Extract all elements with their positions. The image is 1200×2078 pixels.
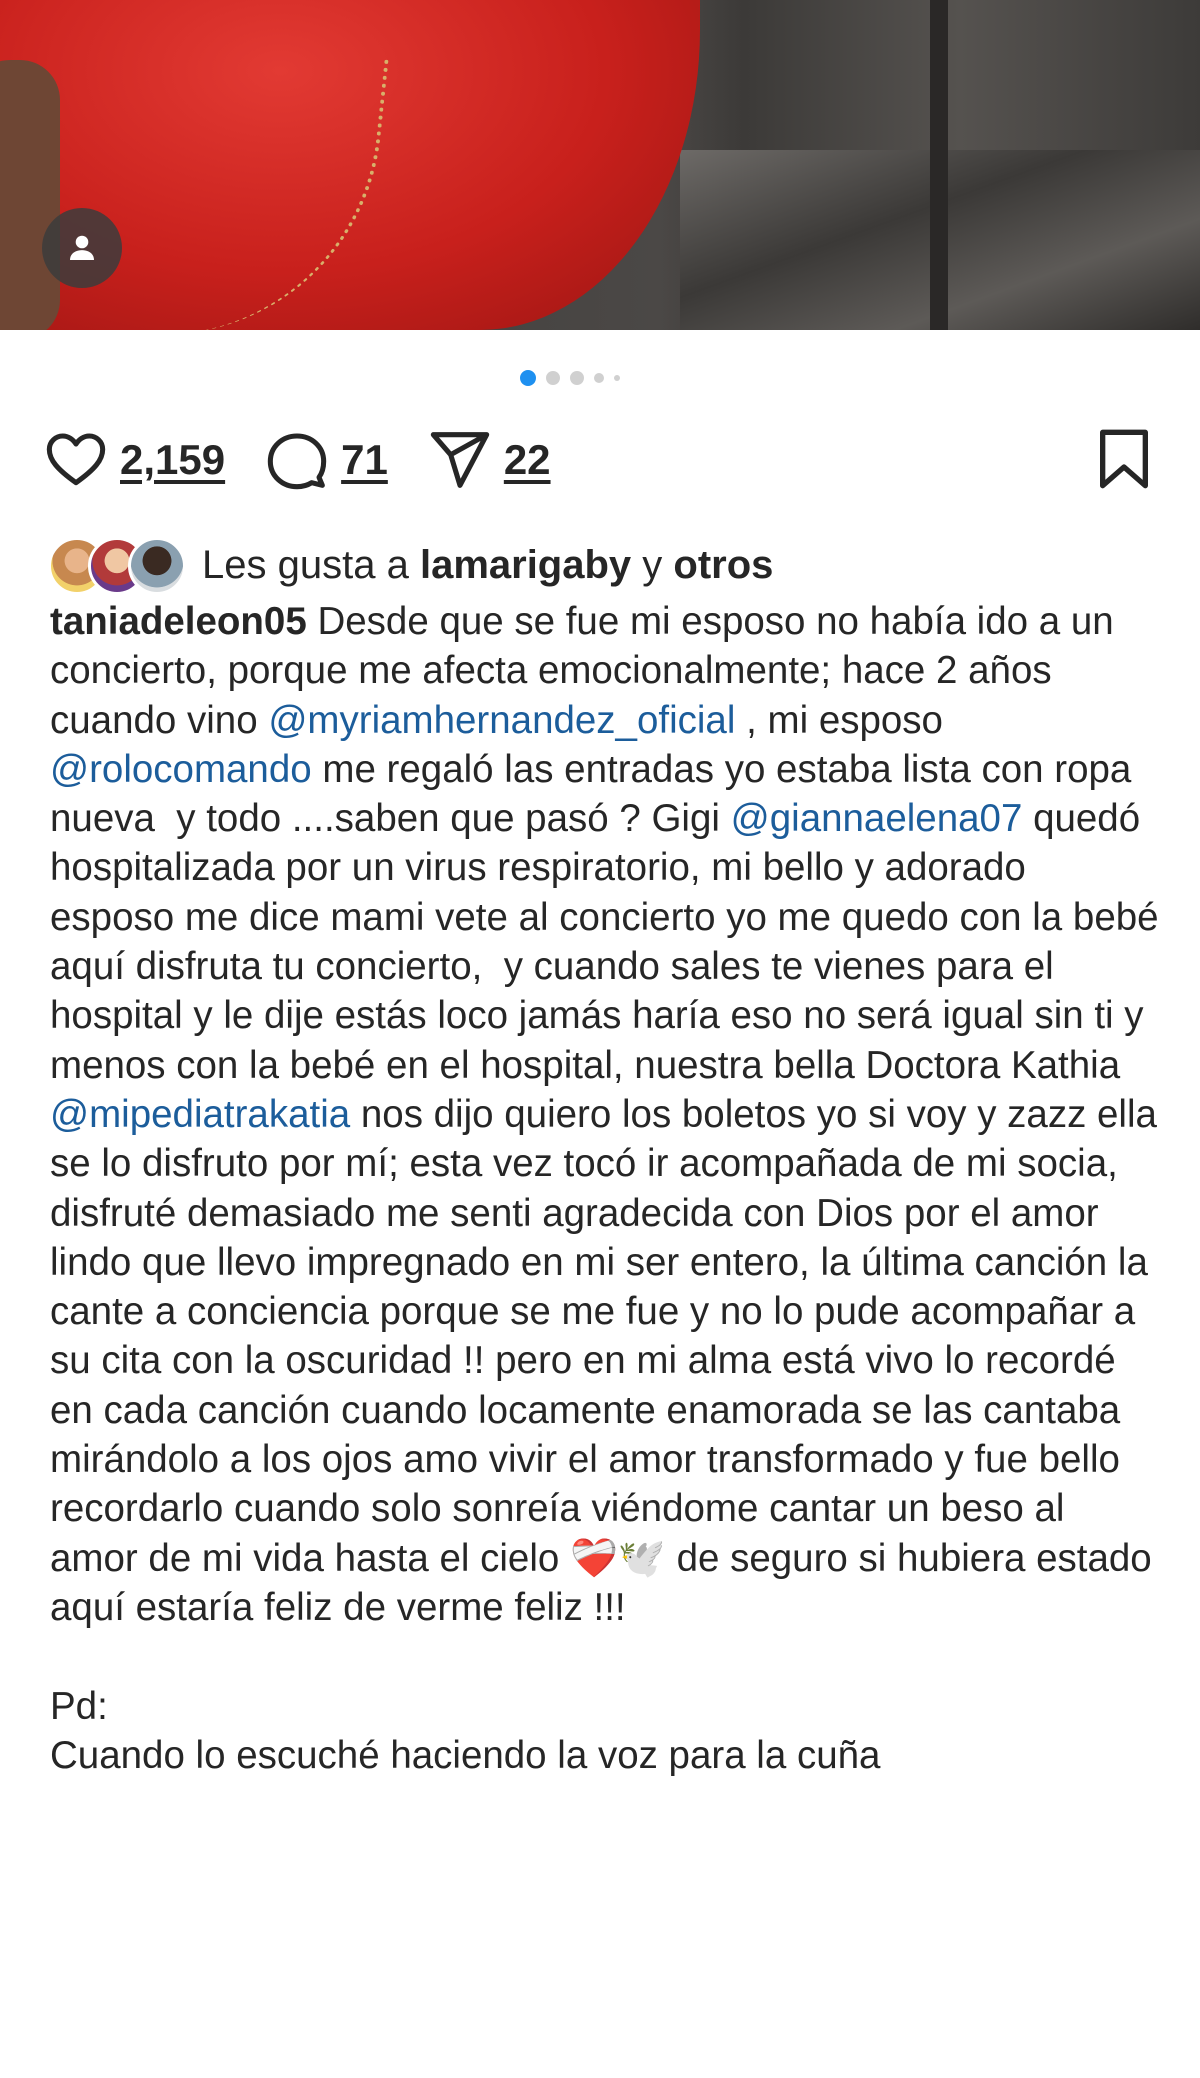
carousel-dot [594,373,604,383]
carousel-dot [546,371,560,385]
shares-count[interactable]: 22 [504,436,551,484]
caption-text: nos dijo quiero los boletos yo si voy y … [50,1092,1157,1777]
bookmark-icon[interactable] [1092,427,1156,491]
liked-by-others[interactable]: otros [673,543,773,588]
user-tag-icon[interactable] [42,208,122,288]
caption-username[interactable]: taniadeleon05 [50,600,307,643]
liked-by-user[interactable]: lamarigaby [420,543,631,588]
likes-count[interactable]: 2,159 [120,436,225,484]
person-icon [70,235,94,260]
send-icon[interactable] [428,428,492,492]
comment-icon[interactable] [265,428,329,492]
heart-icon[interactable] [44,428,108,492]
liked-by-row[interactable]: Les gusta a lamarigaby y otros [48,537,773,595]
carousel-dot [614,375,620,381]
post-actions-bar: 2,159 71 22 [44,425,1156,495]
mention-link[interactable]: @giannaelena07 [731,797,1023,840]
liked-by-prefix: Les gusta a [202,542,409,587]
liker-avatars [48,537,188,595]
mention-link[interactable]: @myriamhernandez_oficial [268,699,735,742]
mention-link[interactable]: @rolocomando [50,748,312,791]
avatar [128,537,186,595]
mention-link[interactable]: @mipediatrakatia [50,1093,350,1136]
comment-action[interactable]: 71 [265,428,388,492]
like-action[interactable]: 2,159 [44,428,225,492]
post-photo[interactable] [0,0,1200,330]
caption-text: , mi esposo [735,698,954,742]
photo-wall-edge [930,0,948,330]
carousel-indicator [0,370,1170,386]
carousel-dot [570,371,584,385]
carousel-dot [520,370,536,386]
caption-text: quedó hospitalizada por un virus respira… [50,797,1170,1087]
caption-body: Desde que se fue mi esposo no había ido … [50,600,1169,1777]
liked-by-connector: y [642,542,663,587]
comments-count[interactable]: 71 [341,436,388,484]
share-action[interactable]: 22 [428,428,551,492]
post-caption: taniadeleon05 Desde que se fue mi esposo… [50,597,1160,1780]
